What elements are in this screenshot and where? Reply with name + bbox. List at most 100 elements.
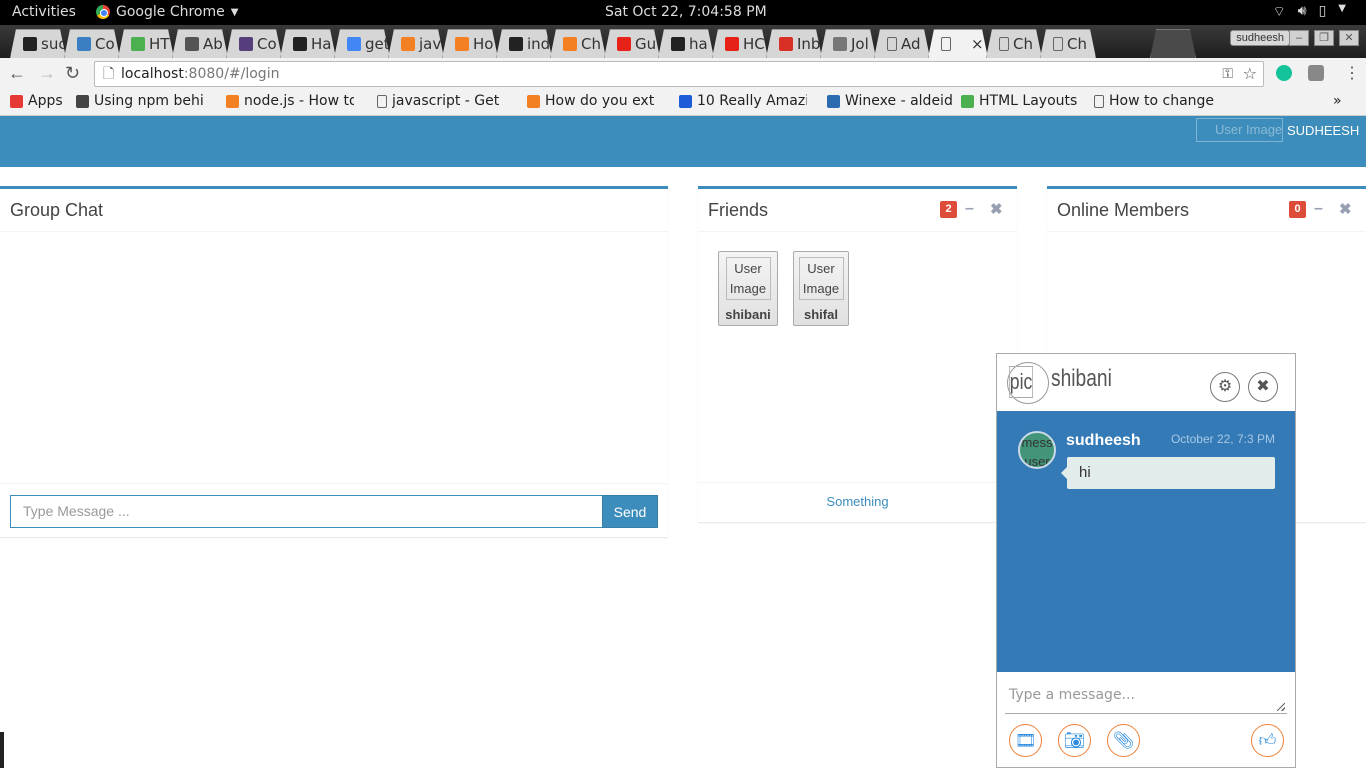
browser-tab[interactable]: Jol <box>820 29 876 58</box>
stackoverflow-icon <box>563 37 577 51</box>
settings-button[interactable]: ⚙ <box>1210 372 1240 402</box>
browser-tab[interactable]: HC <box>712 29 768 58</box>
bookmark-item[interactable]: How to change d <box>1094 93 1219 109</box>
message-sender: sudheesh <box>1066 432 1141 449</box>
page-icon <box>999 37 1009 51</box>
close-icon[interactable]: ✖ <box>1339 200 1352 218</box>
victory-icon <box>833 37 847 51</box>
browser-tab[interactable]: × <box>928 29 988 58</box>
new-tab-button[interactable] <box>1150 29 1196 58</box>
user-image[interactable]: User Image <box>1196 118 1283 142</box>
bookmark-item[interactable]: Winexe - aldeid <box>827 93 953 109</box>
gmail-icon <box>779 37 793 51</box>
friend-card[interactable]: User Image shifal <box>793 251 849 326</box>
chat-message-input[interactable]: Type a message... <box>1005 682 1287 714</box>
youtube-icon <box>725 37 739 51</box>
attach-button[interactable]: 📎︎ <box>1107 724 1140 757</box>
back-button[interactable]: ← <box>8 63 26 84</box>
google-icon <box>347 37 361 51</box>
username[interactable]: SUDHEESH <box>1287 123 1359 138</box>
message-bubble: hi <box>1061 457 1275 489</box>
minimize-button[interactable]: – <box>1289 30 1309 46</box>
browser-tab[interactable]: Ch <box>986 29 1042 58</box>
reload-button[interactable]: ↻ <box>65 63 80 84</box>
collapse-icon[interactable]: – <box>965 200 974 218</box>
contact-name: shibani <box>1051 365 1112 392</box>
system-tray[interactable]: ⌔ 🔊︎ ▯ ▼ <box>1273 3 1346 21</box>
like-button[interactable]: 👍︎ <box>1251 724 1284 757</box>
app-header: User Image SUDHEESH <box>0 116 1366 167</box>
browser-tab[interactable]: Inb <box>766 29 822 58</box>
chevron-down-icon: ▼ <box>230 6 239 18</box>
w3schools-icon <box>961 94 974 108</box>
bookmark-item[interactable]: Using npm behind <box>76 93 204 109</box>
youtube-icon <box>617 37 631 51</box>
video-button[interactable]: 🎞︎ <box>1009 724 1042 757</box>
w3schools-icon <box>131 37 145 51</box>
app-name: Google Chrome <box>116 4 225 20</box>
browser-tab[interactable]: ind <box>496 29 552 58</box>
friends-footer-link[interactable]: Something <box>698 482 1017 521</box>
browser-tab[interactable]: jav <box>388 29 444 58</box>
browser-tab[interactable]: HT <box>118 29 174 58</box>
clock[interactable]: Sat Oct 22, 7:04:58 PM <box>605 4 767 20</box>
browser-tab[interactable]: get <box>334 29 390 58</box>
friend-card[interactable]: User Image shibani <box>718 251 778 326</box>
online-count-badge: 0 <box>1289 201 1306 218</box>
extension-icon[interactable] <box>1308 65 1324 81</box>
maximize-button[interactable]: ❐ <box>1314 30 1334 46</box>
browser-tab[interactable]: Ab <box>172 29 228 58</box>
bookmark-item[interactable]: node.js - How to <box>226 93 354 109</box>
contact-pic: pic <box>1007 362 1049 404</box>
chevron-down-icon: ▼ <box>1338 3 1346 14</box>
bookmark-item[interactable]: Apps <box>10 93 63 109</box>
github-icon <box>23 37 37 51</box>
bookmark-item[interactable]: HTML Layouts <box>961 93 1077 109</box>
browser-tab[interactable]: Co <box>64 29 120 58</box>
browser-tab[interactable]: Ad <box>874 29 930 58</box>
codepen-blue-icon <box>77 37 91 51</box>
browser-tab[interactable]: ha <box>658 29 714 58</box>
address-bar[interactable]: 🗋 localhost:8080/#/login ⚿ ☆ <box>94 61 1264 87</box>
browser-tab[interactable]: Gu <box>604 29 660 58</box>
bookmarks-overflow-button[interactable]: » <box>1333 93 1342 109</box>
close-tab-icon[interactable]: × <box>971 35 984 53</box>
chat-window: pic shibani ⚙ ✖ mess user sudheesh Octob… <box>996 353 1296 768</box>
photo-button[interactable]: 📷︎ <box>1058 724 1091 757</box>
activities-button[interactable]: Activities <box>12 4 76 20</box>
gear-icon: ⚙ <box>1217 378 1233 395</box>
wifi-icon: ⌔ <box>1272 4 1286 20</box>
browser-tab[interactable]: Co <box>226 29 282 58</box>
page-icon <box>1053 37 1063 51</box>
p-blue-icon <box>679 94 692 108</box>
resize-handle[interactable] <box>1277 703 1285 711</box>
aldeid-icon <box>827 94 840 108</box>
close-chat-button[interactable]: ✖ <box>1248 372 1278 402</box>
bookmark-item[interactable]: 10 Really Amazin <box>679 93 807 109</box>
send-button[interactable]: Send <box>602 495 658 528</box>
browser-tab[interactable]: Ho <box>442 29 498 58</box>
menu-icon[interactable]: ⋮ <box>1344 63 1360 83</box>
browser-tab[interactable]: Ch <box>1040 29 1096 58</box>
browser-tab[interactable]: suc <box>10 29 66 58</box>
star-icon[interactable]: ☆ <box>1243 62 1257 86</box>
stackoverflow-icon <box>455 37 469 51</box>
close-window-button[interactable]: ✕ <box>1339 30 1359 46</box>
paperclip-icon: 📎︎ <box>1112 730 1135 750</box>
grammarly-extension-icon[interactable] <box>1276 65 1292 81</box>
app-menu[interactable]: Google Chrome ▼ <box>96 4 238 20</box>
bookmark-item[interactable]: javascript - Get th <box>377 93 502 109</box>
bookmark-item[interactable]: How do you extra <box>527 93 655 109</box>
browser-tab[interactable]: Ch <box>550 29 606 58</box>
forward-button[interactable]: → <box>38 63 56 84</box>
github-icon <box>509 37 523 51</box>
collapse-icon[interactable]: – <box>1314 200 1323 218</box>
close-icon[interactable]: ✖ <box>990 200 1003 218</box>
group-message-input[interactable]: Type Message ... <box>10 495 603 528</box>
profile-button[interactable]: sudheesh <box>1230 30 1290 46</box>
friends-count-badge: 2 <box>940 201 957 218</box>
message-avatar: mess user <box>1018 431 1056 469</box>
browser-tab[interactable]: Ha <box>280 29 336 58</box>
key-icon[interactable]: ⚿ <box>1222 62 1233 86</box>
stackoverflow-icon <box>226 94 239 108</box>
